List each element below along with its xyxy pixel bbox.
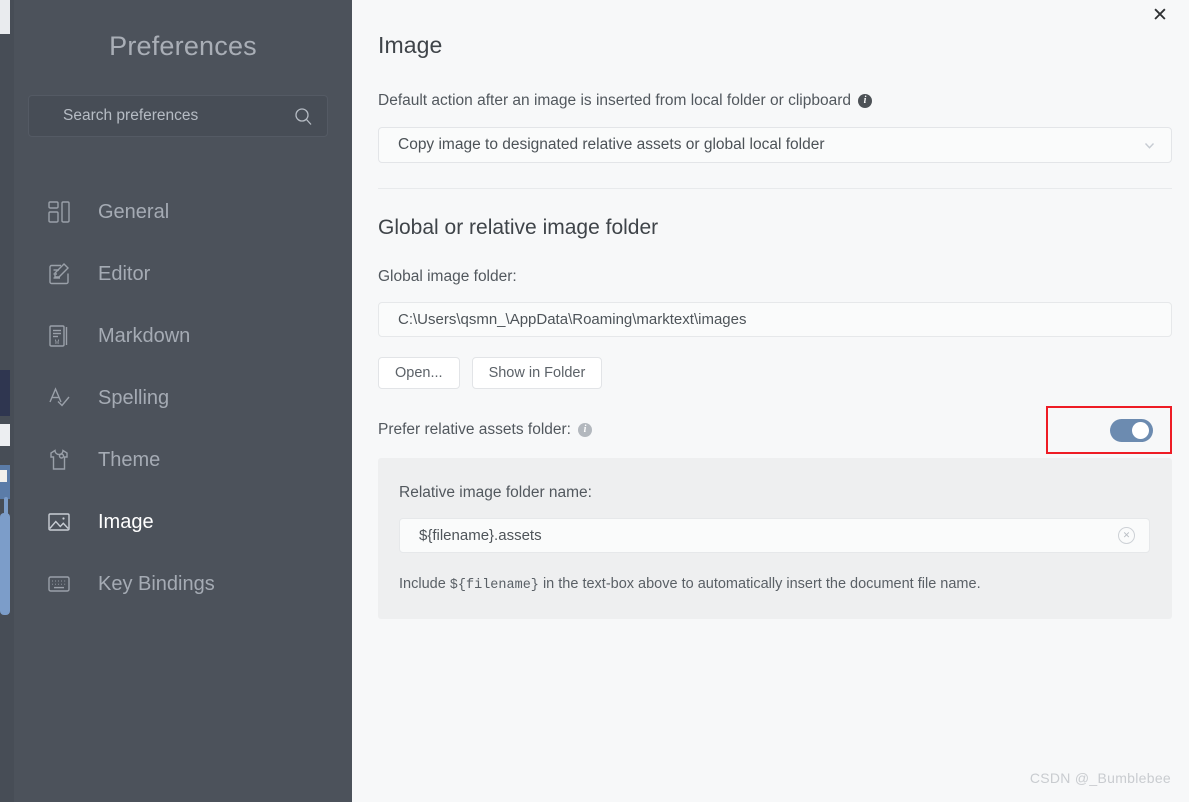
sidebar-item-label: Key Bindings [98,573,215,596]
search-input[interactable]: Search preferences [28,95,328,137]
theme-shirt-icon [44,445,74,475]
bg-fragment [0,470,7,482]
bg-fragment [0,370,10,416]
relative-folder-hint: Include ${filename} in the text-box abov… [399,576,1150,593]
watermark: CSDN @_Bumblebee [1030,770,1171,786]
sidebar-item-key-bindings[interactable]: Key Bindings [14,553,352,615]
default-action-label: Default action after an image is inserte… [378,92,1172,110]
sidebar-item-label: Editor [98,263,150,286]
page-title: Preferences [14,31,352,62]
prefer-relative-toggle[interactable] [1110,419,1153,442]
toggle-highlight-box [1046,406,1172,454]
bg-fragment [0,424,10,446]
sidebar-item-image[interactable]: Image [14,491,352,553]
show-in-folder-button[interactable]: Show in Folder [472,357,603,389]
svg-text:M: M [55,340,60,346]
toggle-knob [1132,422,1149,439]
default-action-label-text: Default action after an image is inserte… [378,92,851,110]
close-icon[interactable]: ✕ [1139,0,1181,30]
global-image-folder-label: Global image folder: [378,268,1172,286]
relative-folder-panel: Relative image folder name: ${filename}.… [378,458,1172,619]
sidebar-item-markdown[interactable]: M Markdown [14,305,352,367]
sidebar-item-label: Theme [98,449,160,472]
background-window-sliver [0,0,14,802]
info-icon[interactable]: i [578,423,592,437]
main-panel: ✕ Image Default action after an image is… [352,0,1189,802]
sidebar: Preferences Search preferences [14,0,352,802]
prefer-relative-label-text: Prefer relative assets folder: [378,421,571,439]
prefer-relative-row: Prefer relative assets folder: i [378,413,1172,447]
sidebar-nav: General Editor [14,181,352,615]
open-button[interactable]: Open... [378,357,460,389]
bg-fragment [0,0,10,34]
default-action-select[interactable]: Copy image to designated relative assets… [378,127,1172,163]
relative-folder-input[interactable]: ${filename}.assets ✕ [399,518,1150,553]
global-image-folder-input[interactable]: C:\Users\qsmn_\AppData\Roaming\marktext\… [378,302,1172,337]
relative-folder-label: Relative image folder name: [399,484,1150,502]
clear-icon[interactable]: ✕ [1118,527,1135,544]
sidebar-item-theme[interactable]: Theme [14,429,352,491]
image-icon [44,507,74,537]
sidebar-item-label: Spelling [98,387,169,410]
default-action-selected-value: Copy image to designated relative assets… [398,136,1142,154]
editor-icon [44,259,74,289]
search-icon[interactable] [294,107,313,126]
relative-folder-value: ${filename}.assets [419,527,1118,544]
general-icon [44,197,74,227]
chevron-down-icon[interactable] [1142,138,1157,153]
search-placeholder: Search preferences [63,107,294,125]
preferences-content: Image Default action after an image is i… [352,0,1189,619]
sidebar-item-editor[interactable]: Editor [14,243,352,305]
sidebar-item-label: Image [98,511,154,534]
sidebar-item-label: Markdown [98,325,190,348]
info-icon[interactable]: i [858,94,872,108]
sidebar-item-label: General [98,201,169,224]
folder-section-title: Global or relative image folder [378,216,1172,240]
hint-code: ${filename} [450,578,539,593]
preferences-window: Preferences Search preferences [0,0,1189,802]
hint-suffix: in the text-box above to automatically i… [539,576,981,592]
prefer-relative-label: Prefer relative assets folder: i [378,421,592,439]
sidebar-item-general[interactable]: General [14,181,352,243]
markdown-icon: M [44,321,74,351]
section-divider [378,188,1172,189]
section-heading-image: Image [378,32,1172,59]
spelling-icon [44,383,74,413]
sidebar-item-spelling[interactable]: Spelling [14,367,352,429]
active-indicator [4,497,8,547]
folder-buttons: Open... Show in Folder [378,357,1172,389]
global-image-folder-value: C:\Users\qsmn_\AppData\Roaming\marktext\… [398,311,1157,328]
keyboard-icon [44,569,74,599]
hint-prefix: Include [399,576,450,592]
